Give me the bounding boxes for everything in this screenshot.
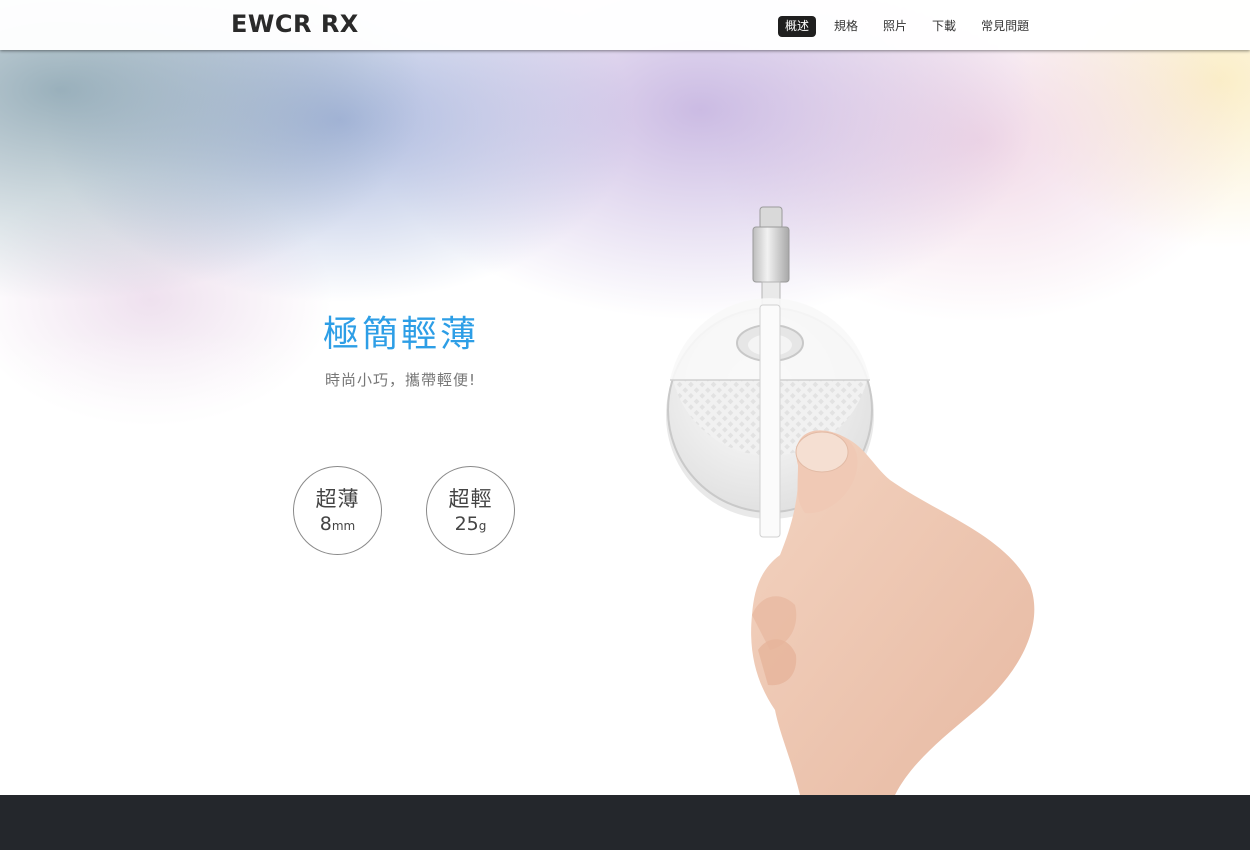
hero-background [0, 0, 1250, 795]
product-image [666, 206, 1035, 795]
badge-light-unit: g [478, 519, 487, 533]
hero-headline: 極簡輕薄 [323, 314, 480, 355]
navbar: EWCR RX 概述 規格 照片 下載 常見問題 [0, 0, 1250, 50]
badge-thin-title: 超薄 [315, 487, 360, 511]
nav-item-overview[interactable]: 概述 [778, 16, 817, 37]
badge-light-title: 超輕 [448, 487, 493, 511]
hero-subline: 時尚小巧，攜帶輕便! [325, 371, 477, 389]
nav-item-faq[interactable]: 常見問題 [974, 16, 1036, 37]
badge-light-value: 25g [427, 513, 514, 535]
footer [0, 795, 1250, 850]
badge-thin-value: 8mm [294, 513, 381, 535]
nav-item-photos[interactable]: 照片 [876, 16, 914, 37]
badge-thin-unit: mm [331, 519, 356, 533]
nav-item-downloads[interactable]: 下載 [925, 16, 963, 37]
nav-item-specs[interactable]: 規格 [827, 16, 865, 37]
page: EWCR RX 概述 規格 照片 下載 常見問題 極簡輕薄 時尚小巧，攜帶輕便!… [0, 0, 1250, 850]
usb-c-connector-icon [752, 206, 790, 308]
badge-thin: 超薄 8mm [293, 466, 382, 555]
badge-light: 超輕 25g [426, 466, 515, 555]
nav-menu: 概述 規格 照片 下載 常見問題 [778, 16, 1047, 37]
badge-thin-number: 8 [319, 513, 332, 535]
badge-light-number: 25 [454, 513, 479, 535]
brand-logo[interactable]: EWCR RX [231, 10, 359, 38]
